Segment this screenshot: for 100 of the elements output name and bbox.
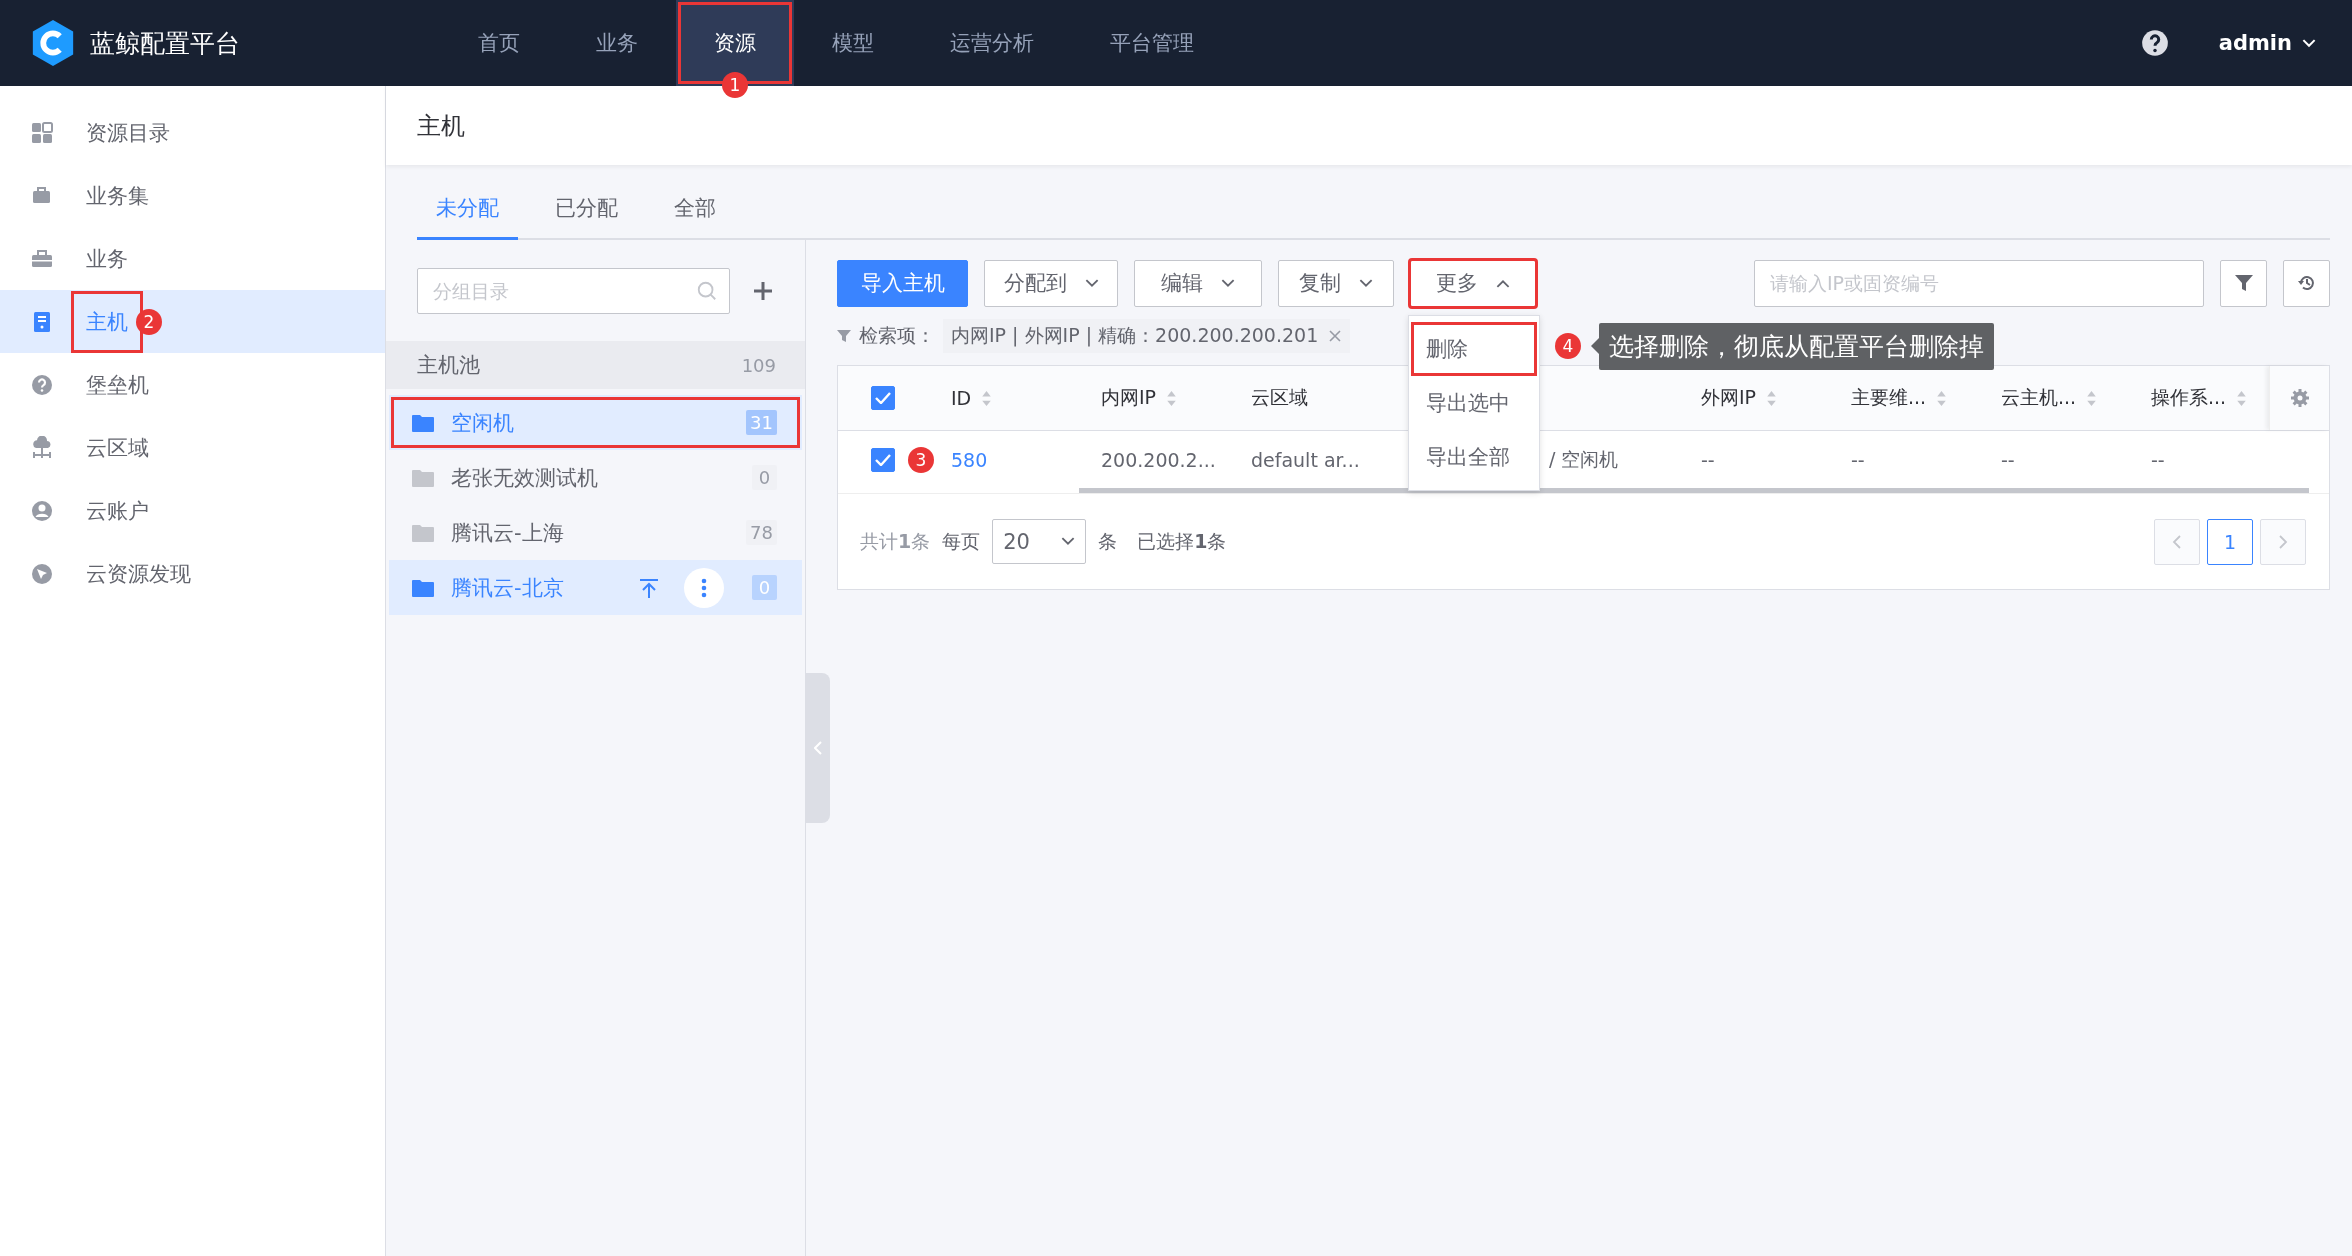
nav-tab[interactable]: 业务 — [558, 0, 676, 86]
sidebar-item-background[interactable]: 业务集 — [0, 164, 385, 227]
tab[interactable]: 未分配 — [417, 181, 518, 240]
nav-tab[interactable]: 模型 — [794, 0, 912, 86]
group-item[interactable]: 腾讯云-上海 78 — [389, 505, 802, 560]
column-header: 内网IP — [1101, 385, 1157, 410]
table-cell: -- — [1701, 448, 1715, 471]
pin-top-icon[interactable] — [638, 576, 660, 599]
sort-icon[interactable] — [1166, 389, 1178, 407]
previous-page-button[interactable] — [2154, 518, 2200, 565]
next-page-button[interactable] — [2260, 518, 2306, 565]
collapse-handle[interactable] — [806, 673, 830, 823]
group-item[interactable]: 主机池 109 — [386, 341, 805, 389]
column-header: ID — [951, 387, 972, 409]
sidebar-item-background[interactable]: 业务 — [0, 227, 385, 290]
menu-item[interactable]: 导出选中 — [1411, 375, 1537, 430]
group-item[interactable]: 空闲机 31 — [389, 395, 802, 450]
sidebar-label[interactable]: 资源目录 — [86, 104, 170, 161]
table-cell: default ar... — [1251, 448, 1360, 471]
toolbar-button[interactable]: 导入主机 — [837, 259, 968, 307]
user-menu[interactable]: admin — [2212, 30, 2322, 56]
group-count: 78 — [746, 520, 777, 545]
caret-icon — [1221, 278, 1235, 288]
sidebar-label[interactable]: 云资源发现 — [86, 545, 191, 602]
sidebar-label[interactable]: 业务集 — [86, 167, 149, 224]
nav-tab[interactable]: 首页 — [440, 0, 558, 86]
more-actions-button[interactable] — [684, 567, 724, 608]
help-icon[interactable] — [2140, 29, 2169, 57]
page-size-label: 每页 — [942, 528, 981, 554]
sidebar-label[interactable]: 云区域 — [86, 419, 149, 476]
sort-icon[interactable] — [2086, 389, 2098, 407]
sidebar-item-background[interactable]: 堡垒机 — [0, 353, 385, 416]
checkbox[interactable] — [871, 447, 895, 472]
history-button[interactable] — [2283, 259, 2330, 307]
sidebar-item-background[interactable]: 资源目录 — [0, 101, 385, 164]
toolbar-button[interactable]: 复制 — [1278, 259, 1394, 307]
logo-icon — [30, 19, 76, 67]
tab[interactable]: 已分配 — [536, 181, 637, 240]
filter-tag[interactable]: 内网IP | 外网IP | 精确：200.200.200.201 — [943, 319, 1351, 353]
cloud-network-icon — [30, 435, 54, 460]
caret-icon — [1359, 278, 1373, 288]
sort-icon[interactable] — [1936, 389, 1948, 407]
page-button[interactable]: 1 — [2207, 518, 2253, 565]
sort-icon[interactable] — [981, 389, 993, 407]
column-header: 云主机... — [2001, 385, 2077, 410]
group-label: 主机池 — [417, 352, 481, 379]
page-size-select[interactable]: 20 — [992, 519, 1087, 564]
folder-icon — [411, 522, 435, 543]
sidebar-item-background[interactable]: 主机 2 — [0, 290, 385, 353]
sidebar-item-background[interactable]: 云区域 — [0, 416, 385, 479]
selected-count: 已选择1条 — [1137, 528, 1227, 554]
group-item[interactable]: 老张无效测试机 0 — [389, 450, 802, 505]
group-item[interactable]: 腾讯云-北京 0 — [389, 560, 802, 615]
close-icon[interactable] — [1328, 329, 1343, 343]
settings-button[interactable] — [2269, 366, 2329, 430]
caret-icon — [1061, 537, 1076, 546]
step-marker: 3 — [908, 446, 934, 473]
chevron-icon — [2302, 38, 2316, 48]
nav-tab[interactable]: 运营分析 — [912, 0, 1072, 86]
caret-icon — [1496, 278, 1510, 288]
search-field[interactable]: 分组目录 — [417, 268, 730, 314]
folder-icon — [411, 412, 435, 433]
table-cell-text: / 空闲机 — [1549, 446, 1619, 472]
caret-icon — [1084, 278, 1099, 288]
folder-icon — [411, 467, 435, 488]
step-marker: 4 — [1555, 333, 1581, 359]
sidebar-label[interactable]: 云账户 — [86, 482, 149, 539]
column-header: 云区域 — [1251, 385, 1308, 410]
sort-icon[interactable] — [1766, 389, 1778, 407]
dots-icon — [701, 577, 707, 598]
filter-button[interactable] — [2220, 259, 2267, 307]
tab[interactable]: 全部 — [655, 181, 735, 240]
total-count: 共计1条 — [860, 528, 931, 554]
sidebar-label[interactable]: 堡垒机 — [86, 356, 149, 413]
sort-icon[interactable] — [2236, 389, 2248, 407]
app-title: 蓝鲸配置平台 — [90, 27, 240, 60]
sidebar-item-background[interactable]: 云账户 — [0, 479, 385, 542]
toolbar-button[interactable]: 编辑 — [1134, 259, 1262, 307]
group-label: 老张无效测试机 — [451, 464, 599, 492]
question-icon — [30, 372, 54, 397]
scrollbar[interactable] — [1079, 488, 2309, 493]
checkbox[interactable] — [871, 386, 895, 410]
chevron-icon — [2278, 533, 2288, 550]
search-field[interactable]: 请输入IP或固资编号 — [1754, 259, 2204, 307]
menu-item[interactable]: 删除 — [1411, 321, 1537, 376]
add-icon[interactable] — [752, 280, 774, 302]
toolbar-button[interactable]: 分配到 — [984, 259, 1118, 307]
menu-item[interactable]: 导出全部 — [1411, 429, 1537, 484]
chevron-icon — [814, 741, 822, 755]
filter-label: 检索项： — [859, 323, 935, 348]
table-cell: 200.200.2... — [1101, 448, 1216, 471]
id-link[interactable]: 580 — [951, 448, 988, 471]
sidebar-item-background[interactable]: 云资源发现 — [0, 542, 385, 605]
history-icon — [2296, 273, 2317, 293]
search-icon — [696, 280, 718, 302]
toolbar-button[interactable]: 更多 — [1410, 259, 1536, 307]
sidebar-label[interactable]: 业务 — [86, 230, 128, 287]
nav-tab[interactable]: 平台管理 — [1072, 0, 1232, 86]
group-count: 0 — [752, 465, 777, 490]
group-label: 腾讯云-北京 — [451, 574, 565, 602]
